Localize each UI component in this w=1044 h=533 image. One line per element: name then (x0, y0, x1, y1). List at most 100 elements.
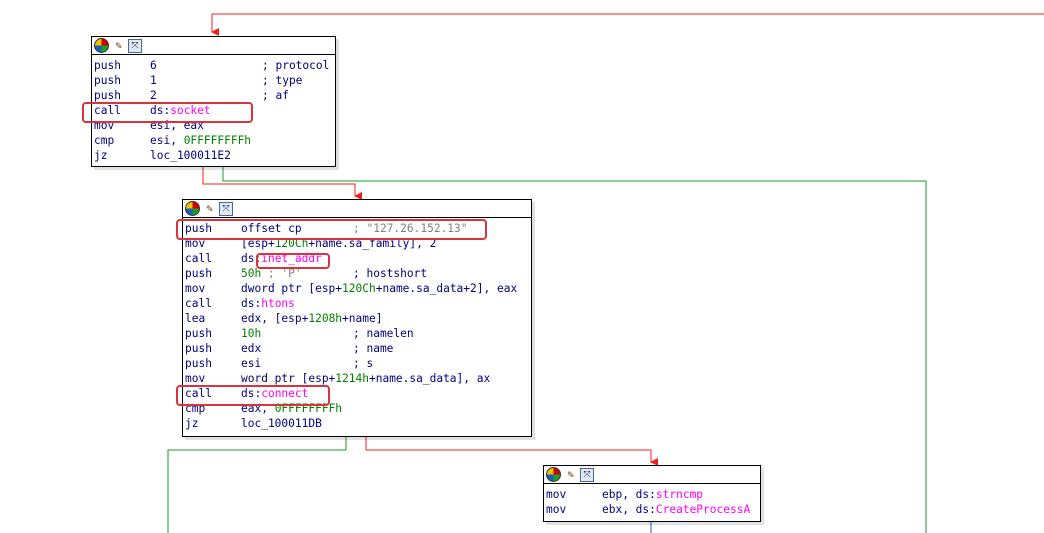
instruction-line: call ds:inet_addr (185, 251, 529, 266)
operand-prefix: esi, (150, 134, 184, 147)
operand-number: 0FFFFFFFFh (274, 402, 343, 415)
operands[interactable]: dword ptr [esp+120Ch+name.sa_data+2], ea… (241, 281, 517, 296)
mnemonic: push (94, 74, 121, 87)
code-block-socket[interactable]: ✎ ⤧ push 6; protocol push 1; type push 2; af c… (91, 36, 336, 167)
operand-prefix: ds: (241, 252, 262, 265)
operand-suffix: +name] (342, 312, 383, 325)
mnemonic: push (185, 222, 212, 235)
operand-import: strncmp (655, 488, 704, 501)
operands[interactable]: 10h (241, 326, 261, 341)
mnemonic: call (185, 387, 212, 400)
operands[interactable]: esi, eax (150, 118, 204, 133)
instruction-line: lea edx, [esp+1208h+name] (185, 311, 529, 326)
mnemonic: push (185, 357, 212, 370)
operand-import: connect (261, 387, 309, 400)
operands[interactable]: loc_100011DB (241, 416, 322, 431)
edge-into-node1 (211, 13, 1044, 36)
instruction-list: push 6 ; protocol push 1 ; type push 2 ; af call d… (92, 55, 335, 165)
operands[interactable]: ds:htons (241, 296, 295, 311)
operands[interactable]: ebx, ds:CreateProcessA (602, 502, 750, 517)
operands[interactable]: ds:socket (150, 103, 211, 118)
operands[interactable]: ds:connect (241, 386, 308, 401)
instruction-line: mov [esp+120Ch+name.sa_family], 2 (185, 236, 529, 251)
mnemonic: mov (185, 372, 206, 385)
operand-prefix: ebp, ds: (602, 488, 656, 501)
instruction-line: push edx ; name (185, 341, 529, 356)
comment: ; hostshort (353, 267, 428, 280)
edit-node-icon[interactable]: ✎ (111, 39, 126, 53)
comment: ; "127.26.152.13" (353, 222, 468, 235)
graph-overview-icon[interactable]: ⤧ (580, 467, 594, 482)
mnemonic: cmp (185, 402, 206, 415)
mnemonic: jz (185, 417, 199, 430)
instruction-line: jz loc_100011E2 (94, 148, 333, 163)
operands[interactable]: esi (241, 356, 261, 371)
mnemonic: mov (546, 488, 567, 501)
mnemonic: mov (546, 503, 567, 516)
mnemonic: call (94, 104, 121, 117)
operand-text: 2 (150, 89, 157, 102)
operands[interactable]: 50h ; 'P' (241, 266, 302, 281)
operand-prefix: word ptr [esp+ (241, 372, 336, 385)
node-header: ✎ ⤧ (183, 200, 531, 218)
operands[interactable]: 6 (150, 58, 157, 73)
operand-number: 0FFFFFFFFh (183, 134, 252, 147)
instruction-line: call ds:socket (94, 103, 333, 118)
mnemonic: lea (185, 312, 206, 325)
operands[interactable]: [esp+120Ch+name.sa_family], 2 (241, 236, 436, 251)
instruction-line: cmp eax, 0FFFFFFFFh (185, 401, 529, 416)
operand-text: 1 (150, 74, 157, 87)
instruction-line: cmp esi, 0FFFFFFFFh (94, 133, 333, 148)
comment: ; name (353, 342, 394, 355)
graph-overview-icon[interactable]: ⤧ (128, 38, 142, 53)
instruction-line: push 2 ; af (94, 88, 333, 103)
operand-char-comment: ; 'P' (261, 267, 302, 280)
instruction-line: jz loc_100011DB (185, 416, 529, 431)
instruction-line: push offset cp ; "127.26.152.13" (185, 221, 529, 236)
color-node-icon[interactable] (94, 38, 109, 53)
operands[interactable]: 1 (150, 73, 157, 88)
operand-text: loc_100011DB (241, 417, 322, 430)
instruction-line: call ds:connect (185, 386, 529, 401)
operand-number: 50h (241, 267, 262, 280)
instruction-line: push esi ; s (185, 356, 529, 371)
code-block-connect[interactable]: ✎ ⤧ push offset cp ; "127.26.152.13" mov [es… (182, 199, 532, 437)
operands[interactable]: edx, [esp+1208h+name] (241, 311, 382, 326)
mnemonic: push (94, 89, 121, 102)
operands[interactable]: eax, 0FFFFFFFFh (241, 401, 342, 416)
operands[interactable]: edx (241, 341, 261, 356)
operand-text: loc_100011E2 (150, 149, 231, 162)
operand-prefix: ds: (241, 387, 262, 400)
operands[interactable]: esi, 0FFFFFFFFh (150, 133, 251, 148)
instruction-line: mov word ptr [esp+1214h+name.sa_data], ax (185, 371, 529, 386)
operand-text: esi (241, 357, 262, 370)
operands[interactable]: ds:inet_addr (241, 251, 322, 266)
comment: ; af (262, 89, 289, 102)
operand-prefix: ds: (150, 104, 171, 117)
operands[interactable]: 2 (150, 88, 157, 103)
comment: ; type (262, 74, 303, 87)
operand-prefix: ebx, ds: (602, 503, 656, 516)
instruction-line: push 6 ; protocol (94, 58, 333, 73)
edge-node2-to-node3 (365, 435, 658, 466)
operands[interactable]: word ptr [esp+1214h+name.sa_data], ax (241, 371, 490, 386)
edit-node-icon[interactable]: ✎ (202, 202, 217, 216)
comment: ; protocol (262, 59, 330, 72)
mnemonic: call (185, 297, 212, 310)
instruction-list: mov ebp, ds:strncmp mov ebx, ds:CreateProce… (544, 484, 760, 519)
operands[interactable]: offset cp (241, 221, 302, 236)
code-block-strncmp[interactable]: ✎ ⤧ mov ebp, ds:strncmp mov ebx, ds:CreateP… (543, 465, 761, 522)
operand-import: socket (170, 104, 211, 117)
color-node-icon[interactable] (546, 467, 561, 482)
color-node-icon[interactable] (185, 201, 200, 216)
graph-overview-icon[interactable]: ⤧ (219, 201, 233, 216)
edit-node-icon[interactable]: ✎ (563, 468, 578, 482)
comment: ; s (353, 357, 374, 370)
operands[interactable]: loc_100011E2 (150, 148, 231, 163)
operand-suffix: +name.sa_data], ax (368, 372, 491, 385)
instruction-line: mov ebx, ds:CreateProcessA (546, 502, 758, 517)
operand-import: inet_addr (261, 252, 322, 265)
operand-prefix: [esp+ (241, 237, 275, 250)
mnemonic: push (185, 342, 212, 355)
operands[interactable]: ebp, ds:strncmp (602, 487, 703, 502)
